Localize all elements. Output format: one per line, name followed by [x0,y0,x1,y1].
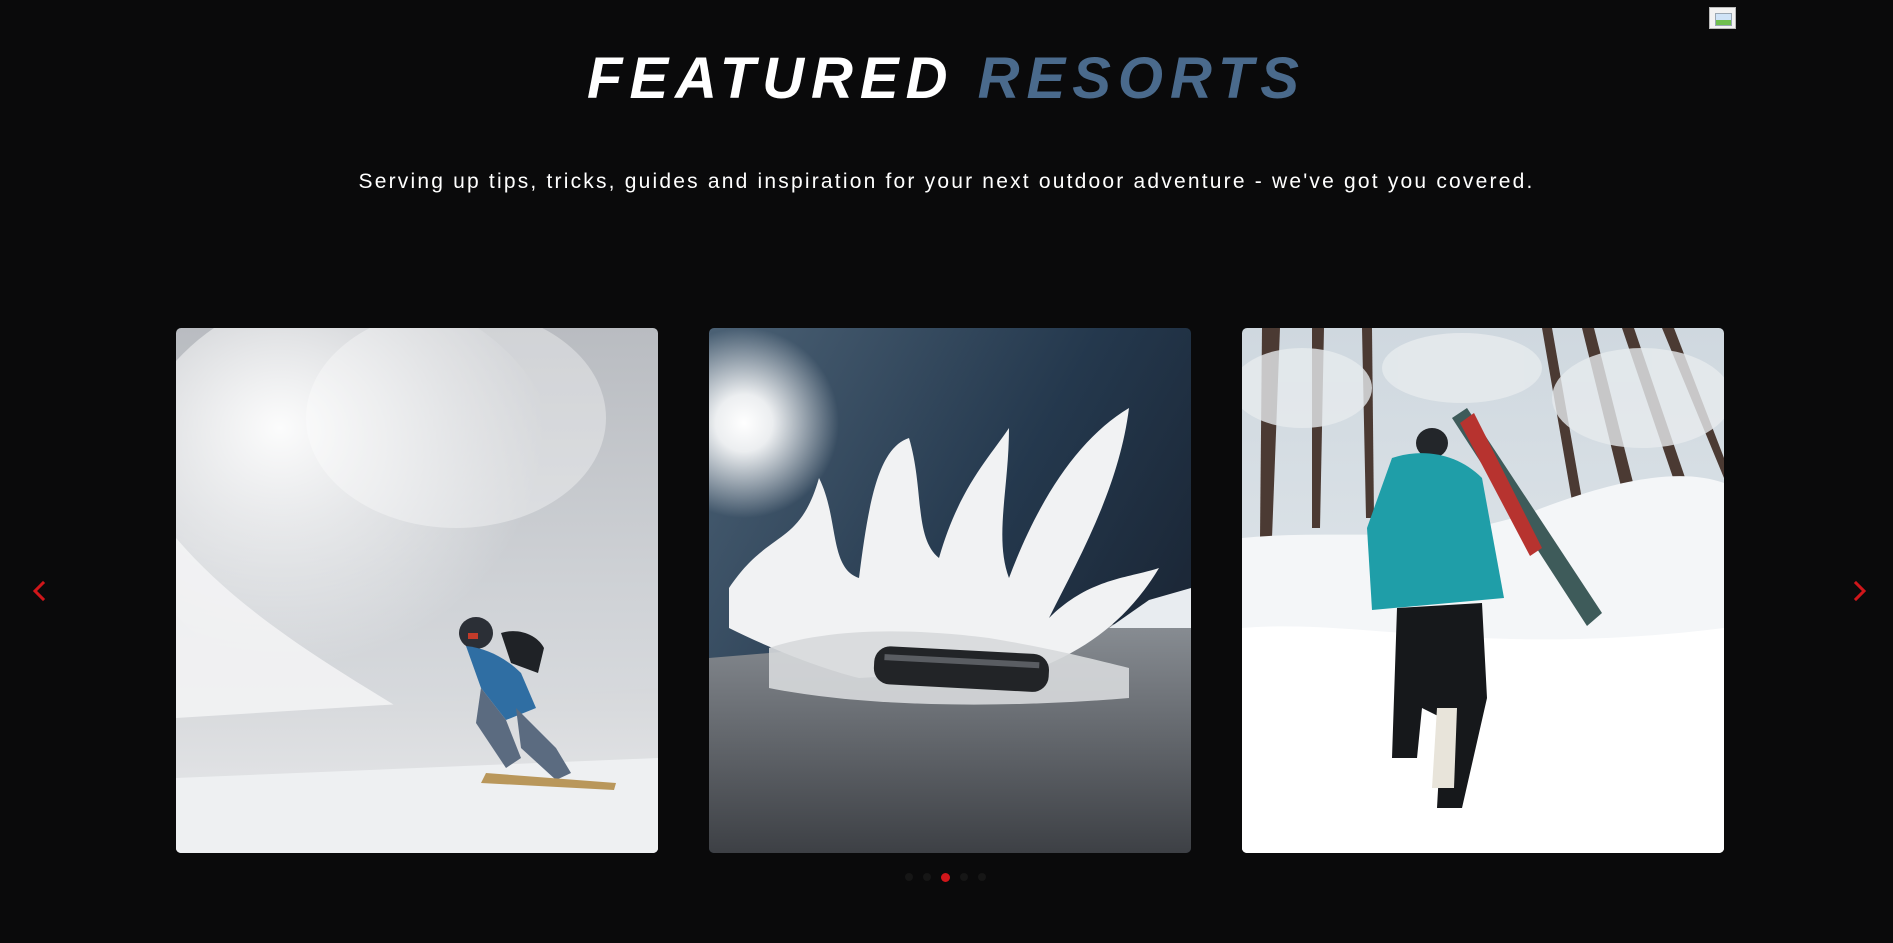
page-subtitle: Serving up tips, tricks, guides and insp… [358,170,1535,193]
broken-image-icon [1709,7,1736,29]
carousel-pagination [905,870,986,884]
carousel-next-button[interactable] [1846,578,1872,604]
carousel-dot-2[interactable] [923,873,931,881]
chevron-left-icon [32,580,46,602]
snowboarder-powder-image [176,328,658,853]
carousel-slide-1[interactable] [176,328,658,853]
carousel-dot-1[interactable] [905,873,913,881]
page: FEATURED RESORTS Serving up tips, tricks… [0,0,1893,943]
title-word-featured: FEATURED [587,46,955,111]
carousel-dot-3[interactable] [941,872,950,882]
carousel-slide-2[interactable] [709,328,1191,853]
title-word-resorts: RESORTS [977,46,1306,111]
carousel-slide-3[interactable] [1242,328,1724,853]
carousel-prev-button[interactable] [27,578,53,604]
snowboard-snow-burst-image [709,328,1191,853]
carousel-dot-4[interactable] [960,873,968,881]
chevron-right-icon [1853,580,1867,602]
carousel-dot-5[interactable] [978,873,986,881]
skier-hiking-forest-image [1242,328,1724,853]
page-title: FEATURED RESORTS [0,44,1893,114]
